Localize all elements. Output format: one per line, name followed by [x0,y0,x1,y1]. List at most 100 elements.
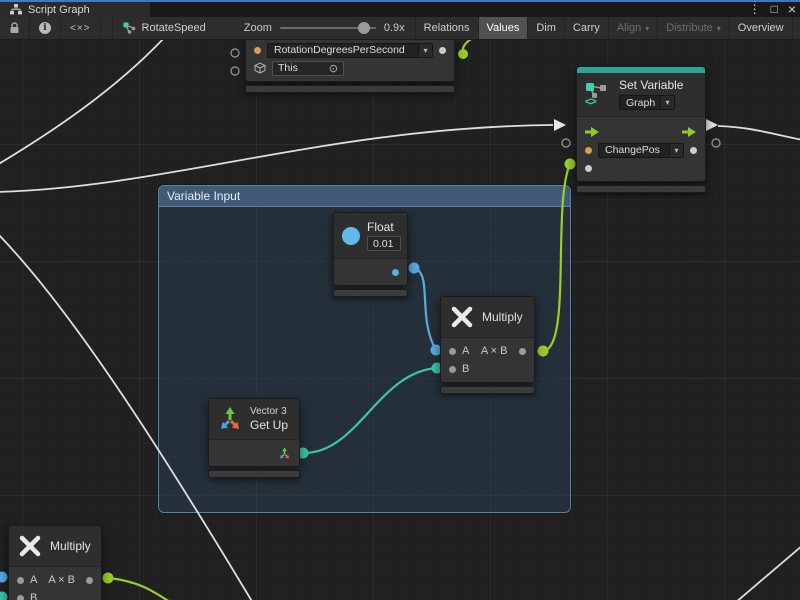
lock-button[interactable] [0,17,30,39]
chevron-down-icon: ▾ [645,24,649,33]
node-footer [440,386,535,394]
output-value-port[interactable] [690,147,697,154]
set-variable-icon: <> [585,82,611,107]
variable-name-port[interactable] [585,147,592,154]
menu-kebab-icon[interactable]: ⋮ [749,3,761,15]
variable-name-port[interactable] [254,47,261,54]
wire-end-dot-teal [0,592,8,600]
node-title: Set Variable [619,78,683,92]
zoom-slider-handle[interactable] [358,22,370,34]
node-vector3-get-up[interactable]: Vector 3 Get Up [208,398,300,478]
vector3-output-port[interactable] [278,447,291,460]
info-icon: i [39,22,51,34]
toggle-values[interactable]: Values [479,17,529,39]
wire-white-topleft [0,40,165,165]
node-footer [208,470,300,478]
node-multiply[interactable]: Multiply A A × B B [440,296,535,394]
vector3-arrows-icon [217,406,243,432]
target-object-field[interactable]: This ⊙ [272,61,344,76]
output-port[interactable] [519,348,526,355]
unconnected-port-ring [231,67,239,75]
output-row [209,444,299,462]
overview-button[interactable]: Overview [730,17,793,39]
chevron-down-icon: ▾ [418,44,432,57]
input-b-port[interactable] [17,595,24,600]
flow-in-port[interactable] [585,127,600,137]
multiply-x-icon [450,305,474,329]
port-row-b: B [441,360,534,378]
node-float-literal[interactable]: Float 0.01 [333,212,408,297]
breadcrumb[interactable]: RotateSpeed [113,17,216,39]
node-multiply-2[interactable]: Multiply A A × B B [8,525,102,600]
chevron-down-icon: ▾ [660,96,674,109]
output-label: A × B [43,574,80,586]
variable-name-value: ChangePos [599,144,669,157]
multiply-x-icon [18,534,42,558]
input-a-port[interactable] [449,348,456,355]
wire-white-into-setvariable [0,125,553,192]
unconnected-port-ring [231,49,239,57]
zoom-value: 0.9x [384,22,405,34]
tab-script-graph[interactable]: Script Graph [0,2,150,17]
target-row: This ⊙ [246,59,454,77]
toggle-dim[interactable]: Dim [528,17,565,39]
wire-end-dot-green [458,49,468,59]
edit-script-button[interactable]: <×> [61,17,101,39]
graph-tree-icon [10,4,22,15]
toolbar-spacer [101,17,113,39]
toggle-relations[interactable]: Relations [416,17,479,39]
inspect-button[interactable]: i [30,17,61,39]
unconnected-port-ring [562,139,570,147]
object-picker-icon[interactable]: ⊙ [329,62,338,75]
wire-green-multiply2-out [108,578,176,600]
flow-row [577,123,705,141]
fullscreen-button[interactable]: Full Screen [793,17,800,39]
input-a-label: A [462,345,469,357]
zoom-slider[interactable] [280,27,376,29]
node-title: Multiply [50,539,91,553]
variable-scope-dropdown[interactable]: Graph ▾ [619,95,675,110]
tab-title: Script Graph [28,4,90,16]
close-icon[interactable]: × [788,3,796,15]
node-footer [333,289,408,297]
maximize-icon[interactable]: □ [771,3,778,15]
input-a-label: A [30,574,37,586]
variable-name-row: ChangePos ▾ [577,141,705,159]
input-value-row [577,159,705,177]
node-title: Get Up [250,418,288,432]
lock-icon [9,22,20,34]
input-b-port[interactable] [449,366,456,373]
port-row-b: B [9,589,101,600]
node-get-variable[interactable]: RotationDegreesPerSecond ▾ This ⊙ [245,40,455,93]
output-row [334,263,407,281]
toggle-carry[interactable]: Carry [565,17,609,39]
variable-name-dropdown[interactable]: ChangePos ▾ [598,143,684,158]
variable-name-value: RotationDegreesPerSecond [268,44,418,57]
flow-arrowhead-out [706,119,718,131]
float-output-port[interactable] [392,269,399,276]
variable-name-dropdown[interactable]: RotationDegreesPerSecond ▾ [267,43,433,58]
node-title: Float [367,220,394,234]
align-dropdown[interactable]: Align▾ [609,17,658,39]
input-value-port[interactable] [585,165,592,172]
group-header[interactable]: Variable Input [159,186,570,207]
distribute-dropdown[interactable]: Distribute▾ [658,17,729,39]
wire-green-getvariable-up [463,40,477,54]
node-footer [245,85,455,93]
graph-canvas[interactable]: Variable Input [0,40,800,600]
node-set-variable[interactable]: <> Set Variable Graph ▾ [576,66,706,193]
wire-end-dot-green [565,159,576,170]
scope-value: Graph [620,96,660,109]
graph-toolbar: i <×> RotateSpeed Zoom 0.9x Relations Va… [0,17,800,40]
output-port[interactable] [86,577,93,584]
flow-arrowhead-in [554,119,566,131]
target-value: This [278,62,298,74]
variable-value-output-port[interactable] [439,47,446,54]
input-b-label: B [30,592,37,600]
script-graph-icon [123,22,136,34]
input-a-port[interactable] [17,577,24,584]
node-type-label: Vector 3 [250,406,287,417]
unity-visual-scripting-window: Script Graph ⋮ □ × i <×> [0,0,800,600]
flow-out-port[interactable] [682,127,697,137]
float-value-field[interactable]: 0.01 [367,236,401,251]
